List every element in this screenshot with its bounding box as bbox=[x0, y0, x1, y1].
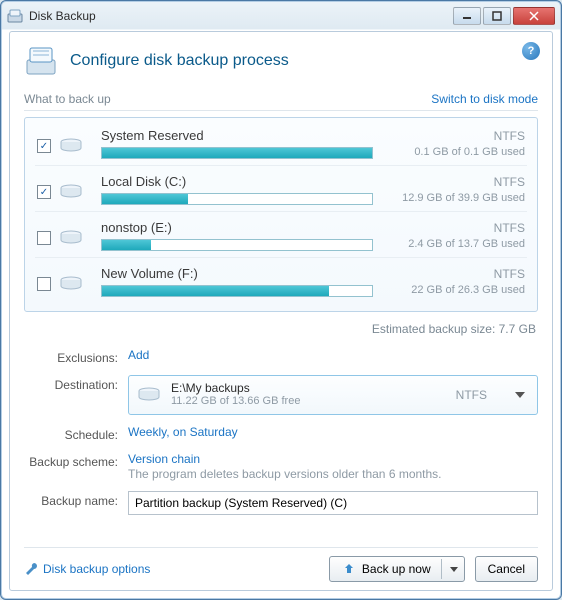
minimize-button[interactable] bbox=[453, 7, 481, 25]
disk-backup-window: Disk Backup ? Configure disk backup proc… bbox=[0, 0, 562, 600]
switch-mode-link[interactable]: Switch to disk mode bbox=[431, 92, 538, 106]
what-to-back-up-label: What to back up bbox=[24, 92, 111, 106]
titlebar: Disk Backup bbox=[1, 1, 561, 31]
volume-usage: 0.1 GB of 0.1 GB used bbox=[385, 146, 525, 158]
usage-bar-fill bbox=[102, 148, 372, 158]
volume-row: nonstop (E:) NTFS 2.4 GB of 13.7 GB used bbox=[35, 211, 527, 257]
disk-backup-options-link[interactable]: Disk backup options bbox=[24, 562, 150, 576]
close-button[interactable] bbox=[513, 7, 555, 25]
header: Configure disk backup process bbox=[24, 44, 538, 78]
scheme-description: The program deletes backup versions olde… bbox=[128, 467, 538, 481]
scheme-label: Backup scheme: bbox=[24, 452, 118, 469]
destination-label: Destination: bbox=[24, 375, 118, 392]
disk-icon bbox=[59, 276, 83, 292]
destination-path: E:\My backups bbox=[171, 381, 446, 395]
destination-free: 11.22 GB of 13.66 GB free bbox=[171, 395, 446, 408]
destination-selector[interactable]: E:\My backups 11.22 GB of 13.66 GB free … bbox=[128, 375, 538, 415]
volume-name: New Volume (F:) bbox=[101, 266, 198, 281]
volume-name: nonstop (E:) bbox=[101, 220, 172, 235]
estimated-size: Estimated backup size: 7.7 GB bbox=[26, 322, 536, 336]
volume-row: New Volume (F:) NTFS 22 GB of 26.3 GB us… bbox=[35, 257, 527, 303]
disk-icon bbox=[59, 230, 83, 246]
disk-icon bbox=[137, 387, 161, 403]
help-button[interactable]: ? bbox=[522, 42, 540, 60]
volume-list: ✓ System Reserved NTFS 0.1 GB of 0.1 GB … bbox=[24, 117, 538, 312]
volume-checkbox[interactable] bbox=[37, 231, 51, 245]
section-header: What to back up Switch to disk mode bbox=[24, 92, 538, 106]
volume-row: ✓ Local Disk (C:) NTFS 12.9 GB of 39.9 G… bbox=[35, 165, 527, 211]
usage-bar bbox=[101, 239, 373, 251]
wrench-icon bbox=[24, 562, 38, 576]
disk-icon bbox=[59, 184, 83, 200]
volume-checkbox[interactable]: ✓ bbox=[37, 139, 51, 153]
usage-bar bbox=[101, 147, 373, 159]
exclusions-add-link[interactable]: Add bbox=[128, 348, 149, 362]
volume-usage: 2.4 GB of 13.7 GB used bbox=[385, 238, 525, 250]
app-icon bbox=[7, 8, 23, 24]
dialog-content: ? Configure disk backup process What to … bbox=[9, 31, 553, 591]
back-up-now-button[interactable]: Back up now bbox=[329, 556, 465, 582]
usage-bar-fill bbox=[102, 286, 329, 296]
disk-backup-icon bbox=[24, 44, 58, 78]
volume-usage: 12.9 GB of 39.9 GB used bbox=[385, 192, 525, 204]
chevron-down-icon[interactable] bbox=[515, 392, 525, 398]
volume-filesystem: NTFS bbox=[375, 221, 525, 235]
usage-bar bbox=[101, 285, 373, 297]
volume-filesystem: NTFS bbox=[375, 129, 525, 143]
schedule-link[interactable]: Weekly, on Saturday bbox=[128, 425, 238, 439]
window-controls bbox=[453, 7, 555, 25]
volume-row: ✓ System Reserved NTFS 0.1 GB of 0.1 GB … bbox=[35, 120, 527, 165]
exclusions-label: Exclusions: bbox=[24, 348, 118, 365]
window-title: Disk Backup bbox=[29, 9, 453, 23]
chevron-down-icon[interactable] bbox=[450, 567, 458, 572]
divider bbox=[24, 110, 538, 111]
volume-checkbox[interactable]: ✓ bbox=[37, 185, 51, 199]
page-title: Configure disk backup process bbox=[70, 52, 289, 70]
cancel-button[interactable]: Cancel bbox=[475, 556, 538, 582]
settings-form: Exclusions: Add Destination: E:\My backu… bbox=[24, 348, 538, 515]
disk-icon bbox=[59, 138, 83, 154]
upload-icon bbox=[342, 562, 356, 576]
backup-name-input[interactable] bbox=[128, 491, 538, 515]
volume-filesystem: NTFS bbox=[375, 175, 525, 189]
schedule-label: Schedule: bbox=[24, 425, 118, 442]
back-up-now-label: Back up now bbox=[362, 562, 431, 576]
maximize-button[interactable] bbox=[483, 7, 511, 25]
volume-name: Local Disk (C:) bbox=[101, 174, 186, 189]
options-label: Disk backup options bbox=[43, 562, 150, 576]
volume-name: System Reserved bbox=[101, 128, 204, 143]
volume-checkbox[interactable] bbox=[37, 277, 51, 291]
volume-usage: 22 GB of 26.3 GB used bbox=[385, 284, 525, 296]
destination-fs: NTFS bbox=[456, 388, 487, 402]
scheme-link[interactable]: Version chain bbox=[128, 452, 200, 466]
usage-bar-fill bbox=[102, 194, 188, 204]
usage-bar-fill bbox=[102, 240, 151, 250]
footer: Disk backup options Back up now Cancel bbox=[24, 547, 538, 582]
volume-filesystem: NTFS bbox=[375, 267, 525, 281]
usage-bar bbox=[101, 193, 373, 205]
backup-name-label: Backup name: bbox=[24, 491, 118, 508]
